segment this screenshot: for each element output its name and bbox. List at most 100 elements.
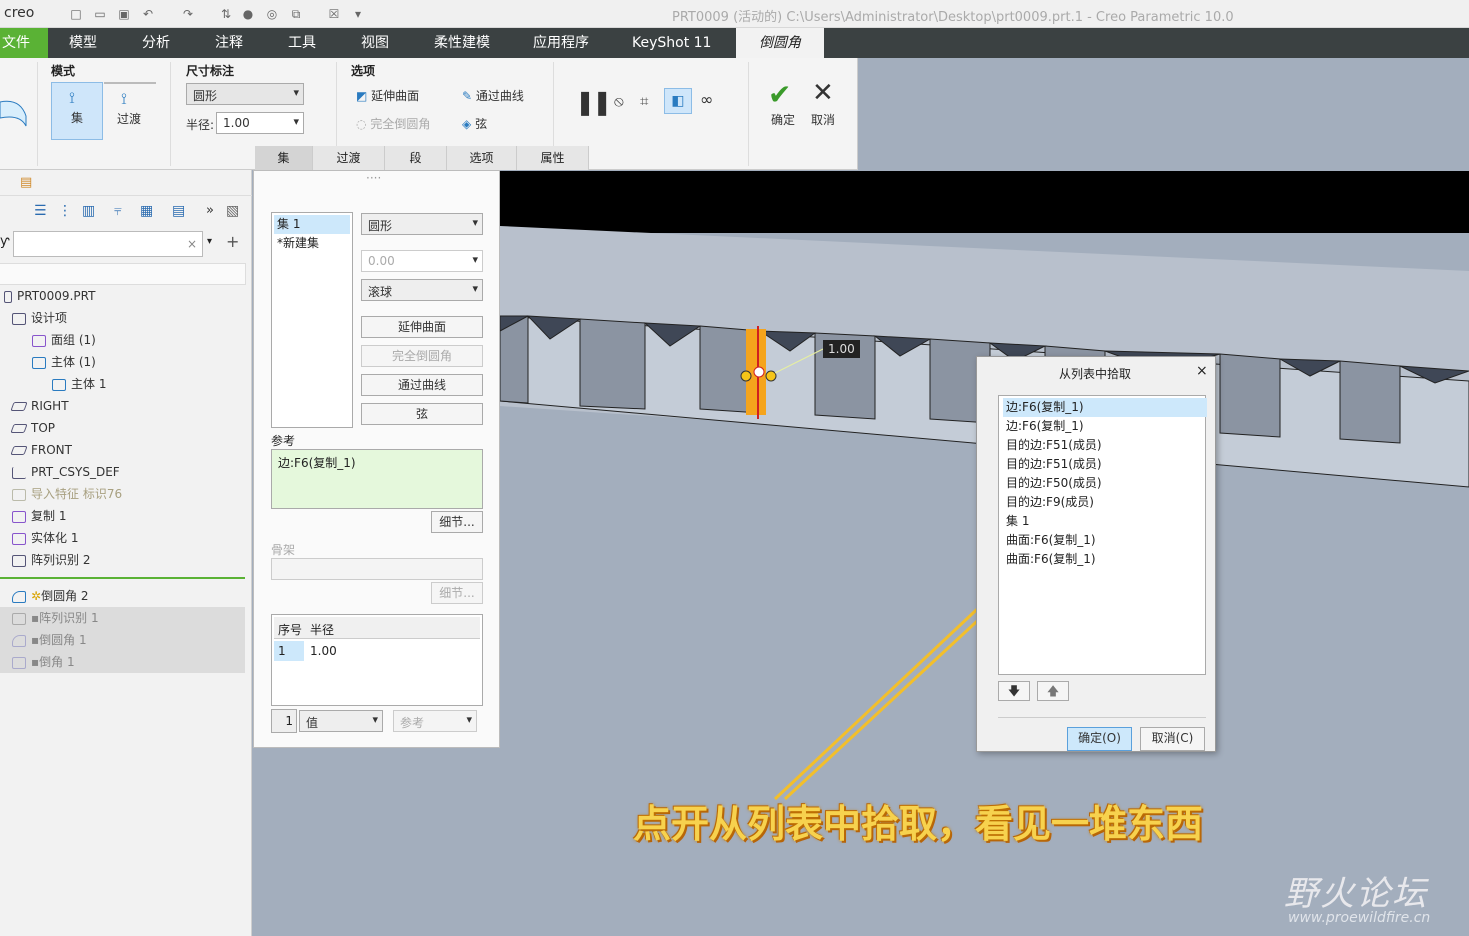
tree-root[interactable]: PRT0009.PRT	[4, 286, 95, 306]
ok-label[interactable]: 确定	[771, 111, 795, 128]
regen-status-icon[interactable]: ●	[240, 6, 256, 22]
full-round-button[interactable]: ◌ 完全倒圆角	[356, 115, 430, 132]
verify-mode-icon[interactable]: ∞	[700, 90, 713, 109]
tree-item-round-1[interactable]: ▪倒圆角 1	[12, 630, 87, 650]
regenerate-icon[interactable]: ⇅	[218, 6, 234, 22]
clear-search-icon[interactable]: ×	[187, 237, 197, 251]
value-type-select[interactable]: 值	[299, 710, 383, 732]
menu-model[interactable]: 模型	[69, 28, 97, 58]
tree-settings-icon[interactable]: ▦	[140, 203, 153, 219]
pick-list-item[interactable]: 目的边:F9(成员)	[1003, 493, 1207, 512]
tab-options[interactable]: 选项	[447, 146, 517, 170]
pick-list-item[interactable]: 曲面:F6(复制_1)	[1003, 550, 1207, 569]
tree-item-pattern-2[interactable]: 阵列识别 2	[12, 550, 90, 570]
extend-surface-button[interactable]: ◩ 延伸曲面	[356, 87, 419, 104]
set-method-select[interactable]: 滚球	[361, 279, 483, 301]
extend-surface-panel-button[interactable]: 延伸曲面	[361, 316, 483, 338]
redo-icon[interactable]: ↷	[180, 6, 196, 22]
notes-icon[interactable]: ▧	[226, 203, 239, 219]
menu-keyshot[interactable]: KeyShot 11	[632, 28, 711, 58]
tab-transition[interactable]: 过渡	[313, 146, 385, 170]
menu-file[interactable]: 文件	[0, 28, 48, 58]
move-down-button[interactable]: 🡇	[998, 681, 1030, 701]
tab-segment[interactable]: 段	[385, 146, 447, 170]
move-up-button[interactable]: 🡅	[1037, 681, 1069, 701]
more-icon[interactable]: »	[206, 203, 214, 218]
tree-item-pattern-1[interactable]: ▪阵列识别 1	[12, 608, 99, 628]
tree-item-front[interactable]: FRONT	[10, 440, 72, 460]
tree-item-csys[interactable]: PRT_CSYS_DEF	[12, 462, 120, 482]
add-filter-icon[interactable]: +	[226, 232, 239, 251]
drag-handle-icon[interactable]: ····	[366, 171, 381, 185]
through-curve-panel-button[interactable]: 通过曲线	[361, 374, 483, 396]
separate-preview-icon[interactable]: ⌗	[640, 92, 648, 110]
tree-item-bodies[interactable]: 主体 (1)	[32, 352, 96, 372]
layer-tree-icon[interactable]: ▤	[20, 175, 32, 190]
reference-type-select[interactable]: 参考	[393, 710, 477, 732]
set-list-item[interactable]: *新建集	[274, 234, 350, 253]
table-cell-radius[interactable]: 1.00	[310, 644, 337, 658]
menu-round-active[interactable]: 倒圆角	[736, 28, 824, 58]
tree-item-solidify[interactable]: 实体化 1	[12, 528, 78, 548]
tree-show-icon[interactable]: ▤	[172, 203, 185, 219]
pick-list-item[interactable]: 目的边:F51(成员)	[1003, 436, 1207, 455]
pick-list-item[interactable]: 边:F6(复制_1)	[1003, 417, 1207, 436]
menu-view[interactable]: 视图	[361, 28, 389, 58]
spine-details-button[interactable]: 细节...	[431, 582, 483, 604]
menu-flexible-modeling[interactable]: 柔性建模	[434, 28, 490, 58]
dialog-cancel-button[interactable]: 取消(C)	[1140, 727, 1205, 751]
preview-icon[interactable]: ◎	[264, 6, 280, 22]
tab-set[interactable]: 集	[255, 146, 313, 170]
tree-expand-icon[interactable]: ⋮	[58, 203, 72, 219]
tree-item-chamfer-1[interactable]: ▪倒角 1	[12, 652, 75, 672]
customize-toolbar-icon[interactable]: ▾	[350, 6, 366, 22]
pick-list-item[interactable]: 曲面:F6(复制_1)	[1003, 531, 1207, 550]
full-round-panel-button[interactable]: 完全倒圆角	[361, 345, 483, 367]
tree-search-input[interactable]: ×	[13, 231, 203, 257]
pause-icon[interactable]: ❚❚	[575, 88, 612, 116]
references-collector[interactable]: 边:F6(复制_1)	[271, 449, 483, 509]
pick-list-item[interactable]: 边:F6(复制_1)	[1003, 398, 1207, 417]
tree-item-top[interactable]: TOP	[10, 418, 55, 438]
details-button[interactable]: 细节...	[431, 511, 483, 533]
tree-list-icon[interactable]: ☰	[34, 203, 47, 219]
table-cell-index[interactable]: 1	[278, 644, 286, 658]
set-shape-select[interactable]: 圆形	[361, 213, 483, 235]
tree-item-body-1[interactable]: 主体 1	[52, 374, 106, 394]
menu-analysis[interactable]: 分析	[142, 28, 170, 58]
insert-here-line[interactable]	[0, 577, 245, 579]
save-icon[interactable]: ▣	[116, 6, 132, 22]
geometry-preview-icon[interactable]: ◧	[664, 88, 692, 114]
tree-item-copy[interactable]: 复制 1	[12, 506, 66, 526]
tree-item-round-2[interactable]: ✲倒圆角 2	[12, 586, 89, 606]
tree-filter-icon[interactable]: ⫧	[114, 203, 122, 219]
radius-input[interactable]: 1.00	[216, 112, 304, 134]
through-curve-button[interactable]: ✎ 通过曲线	[462, 87, 524, 104]
undo-icon[interactable]: ↶	[140, 6, 156, 22]
open-file-icon[interactable]: ▭	[92, 6, 108, 22]
cancel-label[interactable]: 取消	[811, 111, 835, 128]
tree-columns-icon[interactable]: ▥	[82, 203, 95, 219]
mode-transition-button[interactable]: ⟟ 过渡	[104, 82, 156, 140]
tree-item-import[interactable]: 导入特征 标识76	[12, 484, 122, 504]
tab-properties[interactable]: 属性	[517, 146, 589, 170]
pick-list-item[interactable]: 目的边:F50(成员)	[1003, 474, 1207, 493]
confirm-check-icon[interactable]: ✔	[768, 78, 791, 111]
set-list[interactable]: 集 1 *新建集	[271, 212, 353, 428]
value-index[interactable]: 1	[271, 709, 297, 733]
close-window-icon[interactable]: ☒	[326, 6, 342, 22]
pick-list-item[interactable]: 集 1	[1003, 512, 1207, 531]
dialog-close-icon[interactable]: ×	[1196, 363, 1208, 379]
tree-item-right[interactable]: RIGHT	[10, 396, 69, 416]
tree-item-design-items[interactable]: 设计项	[12, 308, 67, 328]
pick-list-item[interactable]: 目的边:F51(成员)	[1003, 455, 1207, 474]
mode-set-button[interactable]: ⟟ 集	[51, 82, 103, 140]
no-preview-icon[interactable]: ⦸	[614, 92, 624, 110]
pick-list[interactable]: 边:F6(复制_1) 边:F6(复制_1) 目的边:F51(成员) 目的边:F5…	[998, 395, 1207, 675]
tree-item-quilts[interactable]: 面组 (1)	[32, 330, 96, 350]
cancel-x-icon[interactable]: ✕	[812, 78, 834, 108]
search-dropdown-icon[interactable]: ▾	[207, 236, 212, 247]
reference-item[interactable]: 边:F6(复制_1)	[278, 454, 356, 471]
chord-panel-button[interactable]: 弦	[361, 403, 483, 425]
radius-table[interactable]: 序号 半径 1 1.00	[271, 614, 483, 706]
